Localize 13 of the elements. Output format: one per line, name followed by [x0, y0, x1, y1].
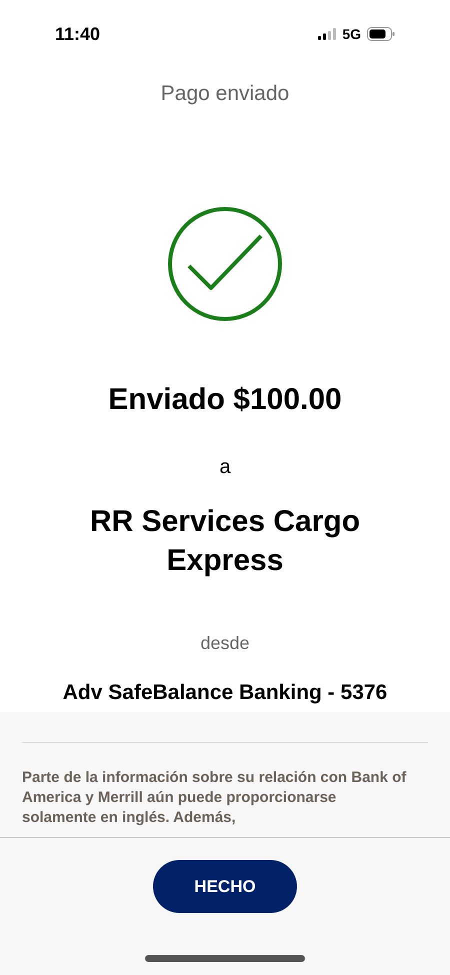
status-time: 11:40: [55, 22, 100, 46]
signal-icon: [318, 28, 336, 40]
battery-icon: [367, 27, 395, 41]
from-label: desde: [200, 632, 250, 654]
disclosure-text: Parte de la información sobre su relación con Bank of America y Merrill aún puede proporcionarse solamente en inglés. Además,: [22, 768, 408, 828]
recipient-name: RR Services Cargo Express: [88, 504, 362, 578]
done-button[interactable]: HECHO: [153, 860, 297, 913]
network-label: 5G: [342, 24, 361, 44]
amount-text: Enviado $100.00: [108, 382, 342, 418]
account-name: Adv SafeBalance Banking - 5376: [62, 680, 388, 706]
checkmark-circle-icon: [167, 206, 283, 322]
page-title: Pago enviado: [160, 81, 290, 107]
connector-text: a: [219, 454, 231, 480]
